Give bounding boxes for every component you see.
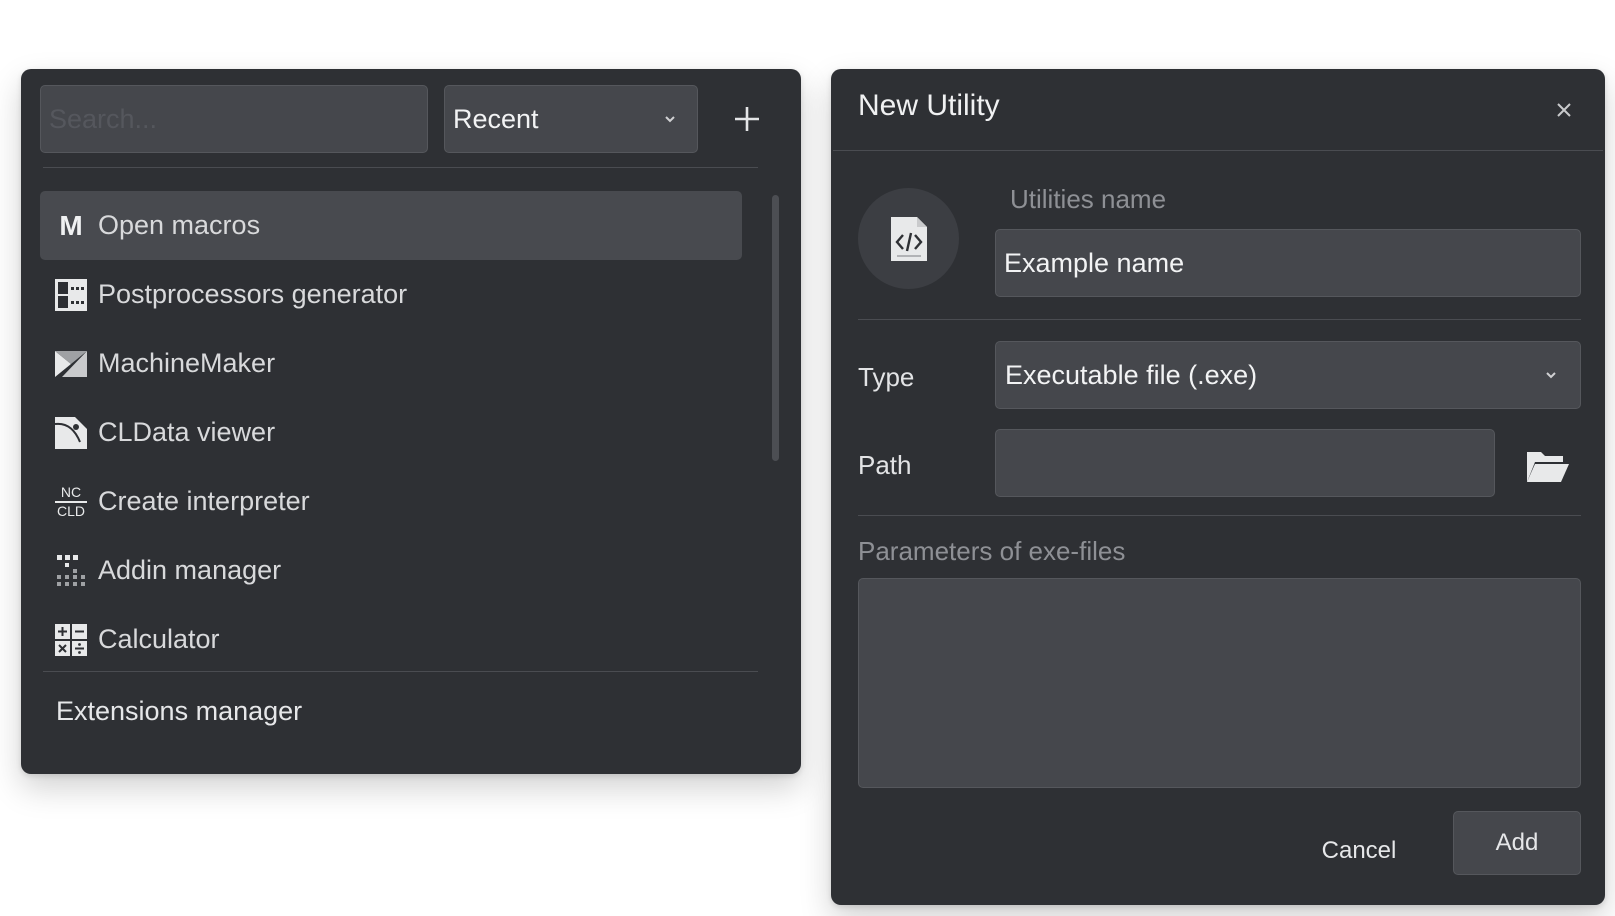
open-folder-icon[interactable] <box>1525 446 1571 486</box>
nc-cld-icon: NC CLD <box>54 483 88 519</box>
bottom-divider <box>43 671 758 672</box>
list-item-calculator[interactable]: Calculator <box>40 605 742 674</box>
list-item-label: MachineMaker <box>98 348 276 378</box>
list-item-label: Postprocessors generator <box>98 279 408 309</box>
list-item-create-interpreter[interactable]: NC CLD Create interpreter <box>40 467 742 536</box>
list-scrollbar[interactable] <box>772 195 779 461</box>
addin-manager-icon <box>54 554 88 588</box>
list-item-cldata-viewer[interactable]: CLData viewer <box>40 398 742 467</box>
filter-selected-label: Recent <box>453 103 539 134</box>
path-input[interactable] <box>995 429 1495 497</box>
list-item-label: CLData viewer <box>98 417 276 447</box>
chevron-down-icon <box>1546 372 1556 379</box>
utility-avatar[interactable] <box>858 188 959 289</box>
add-utility-button[interactable] <box>727 99 767 139</box>
list-item-label: Open macros <box>98 210 261 240</box>
filter-dropdown[interactable]: Recent <box>444 85 698 153</box>
list-item-label: Addin manager <box>98 555 282 585</box>
utilities-name-label: Utilities name <box>1010 184 1167 214</box>
machinemaker-icon <box>54 347 88 381</box>
postprocessor-icon <box>54 278 88 312</box>
type-label: Type <box>858 362 915 392</box>
dialog-title: New Utility <box>858 89 1000 122</box>
type-selected-label: Executable file (.exe) <box>1005 359 1258 390</box>
utilities-panel: Recent M Open macros <box>21 69 801 774</box>
list-item-addin-manager[interactable]: Addin manager <box>40 536 742 605</box>
code-file-icon <box>890 216 927 261</box>
utilities-list: M Open macros Postprocessors generator M… <box>40 191 742 674</box>
path-divider <box>858 515 1581 516</box>
name-divider <box>858 319 1581 320</box>
cld-label: CLD <box>56 502 85 519</box>
extensions-manager-link[interactable]: Extensions manager <box>56 696 302 727</box>
add-button[interactable]: Add <box>1453 811 1581 875</box>
params-label: Parameters of exe-files <box>858 536 1126 566</box>
params-textarea[interactable] <box>858 578 1581 788</box>
plus-icon <box>735 107 759 131</box>
list-item-label: Calculator <box>98 624 220 654</box>
list-item-machinemaker[interactable]: MachineMaker <box>40 329 742 398</box>
list-item-label: Create interpreter <box>98 486 310 516</box>
search-input[interactable] <box>40 85 428 153</box>
macros-m-icon: M <box>59 209 83 241</box>
chevron-down-icon <box>665 116 675 123</box>
cldata-viewer-icon <box>54 416 88 450</box>
top-divider <box>43 167 758 168</box>
cancel-button[interactable]: Cancel <box>1309 827 1409 875</box>
new-utility-dialog: New Utility Utilities name Type Executab… <box>831 69 1605 905</box>
title-divider <box>833 150 1603 151</box>
nc-label: NC <box>60 483 82 500</box>
calculator-icon <box>54 623 88 657</box>
utilities-name-input[interactable] <box>995 229 1581 297</box>
list-item-postprocessors-generator[interactable]: Postprocessors generator <box>40 260 742 329</box>
list-item-open-macros[interactable]: M Open macros <box>40 191 742 260</box>
path-label: Path <box>858 450 912 480</box>
close-icon[interactable] <box>1553 99 1575 121</box>
type-dropdown[interactable]: Executable file (.exe) <box>995 341 1581 409</box>
